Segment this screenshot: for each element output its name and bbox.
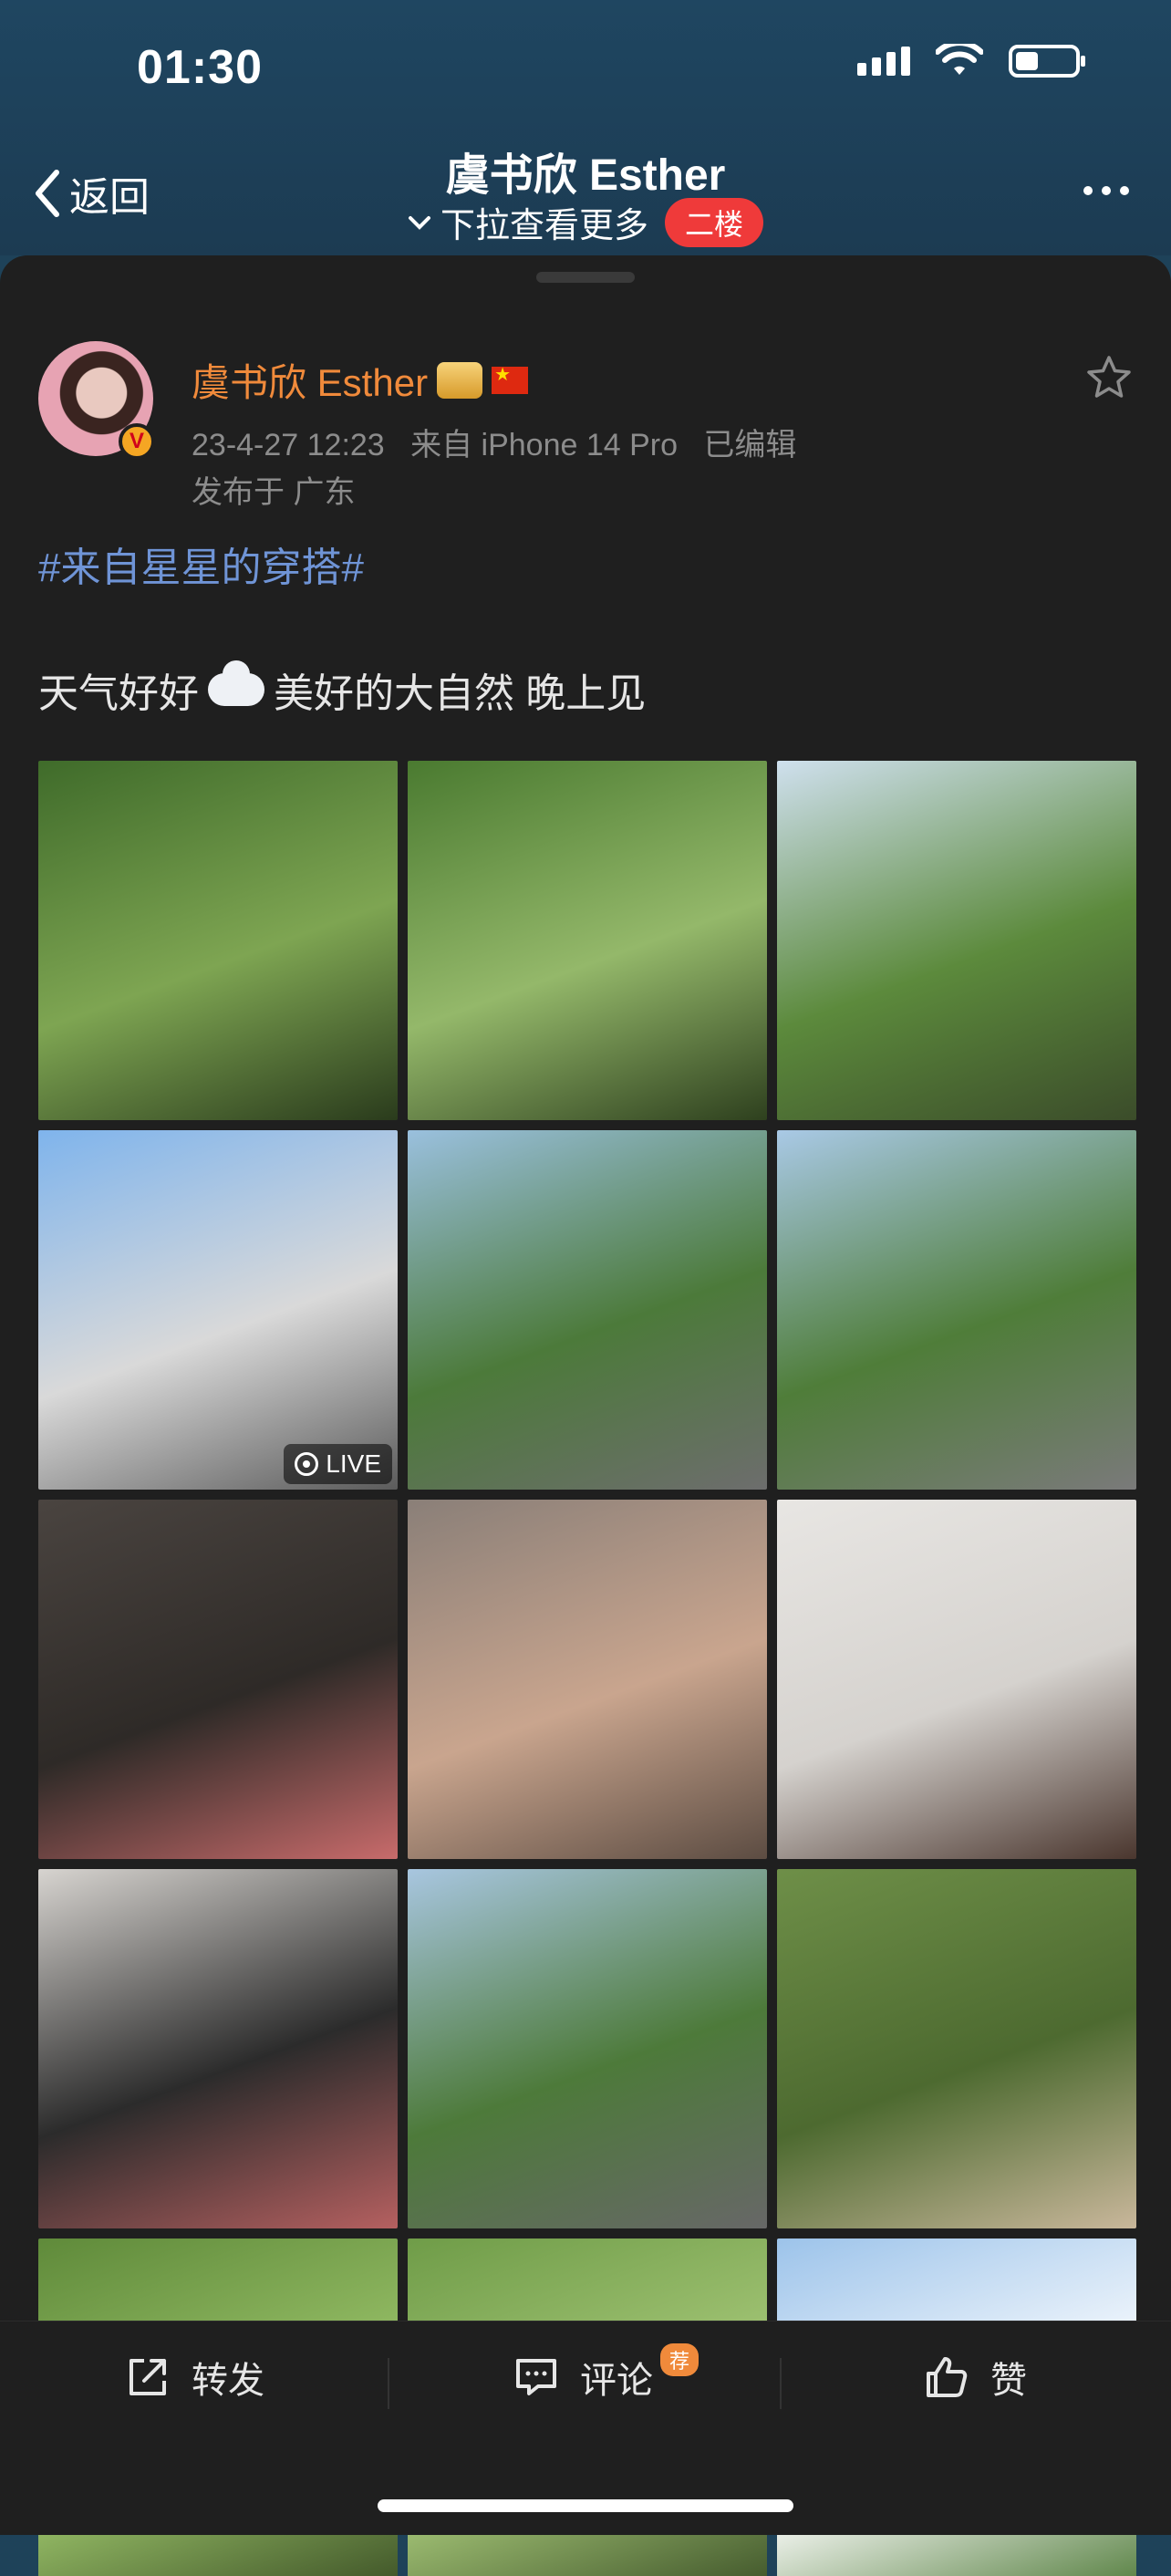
cloud-emoji-icon	[208, 660, 264, 706]
like-label: 赞	[990, 2361, 1027, 2401]
photo-thumbnail[interactable]	[408, 761, 767, 1120]
chevron-down-icon	[408, 215, 430, 230]
status-time: 01:30	[137, 41, 263, 94]
post-sheet: V 虞书欣 Esther 23-4-27 12:23 来自 iPhone 14 …	[0, 255, 1171, 2576]
more-dot	[1120, 186, 1129, 195]
repost-label: 转发	[192, 2361, 264, 2401]
photo-thumbnail[interactable]	[408, 1869, 767, 2228]
recommend-badge: 荐	[660, 2343, 699, 2376]
share-icon	[130, 2359, 166, 2395]
photo-thumbnail[interactable]	[38, 1869, 398, 2228]
photo-thumbnail[interactable]	[38, 761, 398, 1120]
hashtag-link[interactable]: #来自星星的穿搭#	[38, 535, 364, 593]
edited-label[interactable]: 已编辑	[703, 428, 796, 462]
post-location: 发布于 广东	[192, 475, 356, 510]
photo-thumbnail[interactable]	[408, 1500, 767, 1859]
sheet-handle[interactable]	[536, 272, 635, 283]
photo-thumbnail[interactable]	[777, 1869, 1136, 2228]
pull-down-label: 下拉查看更多	[440, 207, 648, 245]
pull-down-hint[interactable]: 下拉查看更多 二楼	[0, 197, 1171, 247]
post-timestamp: 23-4-27 12:23	[192, 428, 385, 462]
post-meta: 23-4-27 12:23 来自 iPhone 14 Pro 已编辑	[192, 420, 796, 464]
comment-button[interactable]: 评论	[513, 2351, 653, 2404]
photo-thumbnail[interactable]	[408, 1130, 767, 1490]
divider	[780, 2358, 782, 2409]
divider	[388, 2358, 389, 2409]
photo-grid: LIVE	[38, 761, 1136, 2576]
photo-thumbnail[interactable]	[777, 1500, 1136, 1859]
thumbs-up-icon	[927, 2357, 968, 2397]
photo-thumbnail[interactable]	[777, 761, 1136, 1120]
like-button[interactable]: 赞	[923, 2351, 1027, 2404]
star-icon[interactable]	[1085, 354, 1133, 401]
home-indicator[interactable]	[378, 2499, 793, 2512]
wifi-icon	[936, 44, 983, 75]
post-text-start: 天气好好	[38, 671, 199, 716]
more-dot	[1083, 186, 1093, 195]
battery-icon	[1009, 45, 1085, 78]
comment-label: 评论	[580, 2361, 653, 2401]
crown-icon	[437, 361, 483, 399]
post-text-end: 美好的大自然 晚上见	[274, 671, 647, 716]
live-label: LIVE	[326, 1449, 381, 1478]
comment-icon	[516, 2359, 556, 2395]
floor-badge[interactable]: 二楼	[665, 197, 764, 247]
repost-button[interactable]: 转发	[124, 2351, 264, 2404]
live-icon	[295, 1452, 319, 1476]
photo-thumbnail[interactable]	[777, 1130, 1136, 1490]
live-photo-badge: LIVE	[284, 1444, 392, 1484]
status-icons	[857, 44, 1085, 78]
author-row: 虞书欣 Esther	[192, 352, 529, 408]
photo-thumbnail[interactable]	[38, 1500, 398, 1859]
top-header: 01:30 返回 虞书欣 Esther 下拉查看更多 二楼	[0, 0, 1171, 255]
photo-thumbnail[interactable]: LIVE	[38, 1130, 398, 1490]
post-text: 天气好好 美好的大自然 晚上见	[38, 660, 646, 719]
china-flag-icon	[492, 363, 529, 394]
more-dot	[1102, 186, 1111, 195]
page-title: 虞书欣 Esther	[445, 151, 726, 200]
author-name[interactable]: 虞书欣 Esther	[192, 352, 428, 408]
post-source: 来自 iPhone 14 Pro	[410, 428, 679, 462]
signal-icon	[857, 47, 910, 76]
verified-badge: V	[119, 423, 155, 460]
more-button[interactable]	[1083, 186, 1129, 195]
